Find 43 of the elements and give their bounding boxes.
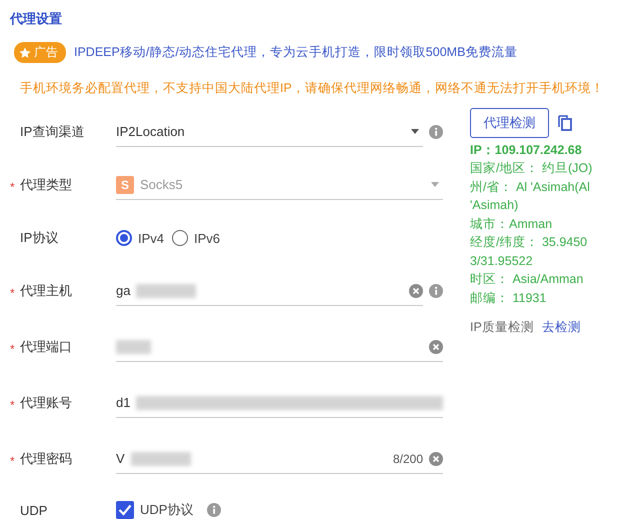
field-label: IP协议 (20, 229, 58, 247)
ad-badge: 广告 (14, 42, 66, 63)
clear-icon[interactable] (429, 452, 443, 466)
ip-address: IP：109.107.242.68 (470, 142, 583, 159)
ip-info-line: 州/省： Al 'Asimah(Al 'Asimah) (470, 178, 591, 214)
radio-option[interactable]: IPv6 (172, 230, 220, 246)
quality-label: IP质量检测 (470, 319, 534, 336)
required-asterisk: * (10, 340, 16, 356)
copy-icon[interactable] (558, 115, 572, 131)
field-label: 代理端口 (20, 338, 72, 356)
field-label: 代理类型 (20, 176, 72, 194)
caret-icon (411, 129, 419, 134)
field-label: 代理主机 (20, 282, 72, 300)
caret-icon (431, 182, 439, 187)
field-label: UDP (20, 502, 48, 518)
select-field[interactable]: IP2Location (116, 117, 423, 147)
ip-info-line: 邮编： 11931 (470, 290, 548, 306)
radio-option[interactable]: IPv4 (116, 230, 164, 246)
field-label: 代理密码 (20, 450, 72, 468)
udp-checkbox[interactable]: UDP协议 (116, 501, 194, 519)
field-label: 代理账号 (20, 394, 72, 412)
warning-text: 手机环境务必配置代理，不支持中国大陆代理IP，请确保代理网络畅通，网络不通无法打开手机环境！ (20, 80, 605, 97)
required-asterisk: * (10, 178, 16, 194)
input-field[interactable]: ga (116, 276, 423, 306)
ip-info-line: 城市：Amman (470, 216, 554, 232)
proxy-check-button[interactable]: 代理检测 (470, 108, 549, 138)
field-label: IP查询渠道 (20, 123, 84, 141)
required-asterisk: * (10, 284, 16, 300)
character-counter: 8/200 (392, 452, 423, 466)
ip-info-line: 经度/纬度： 35.94503/31.95522 (470, 234, 588, 270)
checkbox-icon[interactable] (116, 501, 134, 519)
quality-check-link[interactable]: 去检测 (542, 319, 581, 336)
clear-icon[interactable] (409, 284, 423, 298)
section-title: 代理设置 (10, 10, 63, 28)
ad-text[interactable]: IPDEEP移动/静态/动态住宅代理，专为云手机打造，限时领取500MB免费流量 (74, 44, 518, 61)
socks-icon: S (116, 176, 134, 194)
clear-icon[interactable] (429, 340, 443, 354)
input-field[interactable]: V 8/200 (116, 444, 443, 474)
input-field[interactable]: d1 (116, 388, 443, 418)
ip-info-line: 时区： Asia/Amman (470, 271, 584, 288)
required-asterisk: * (10, 452, 16, 468)
required-asterisk: * (10, 396, 16, 412)
ip-info-line: 国家/地区： 约旦(JO) (470, 160, 594, 177)
